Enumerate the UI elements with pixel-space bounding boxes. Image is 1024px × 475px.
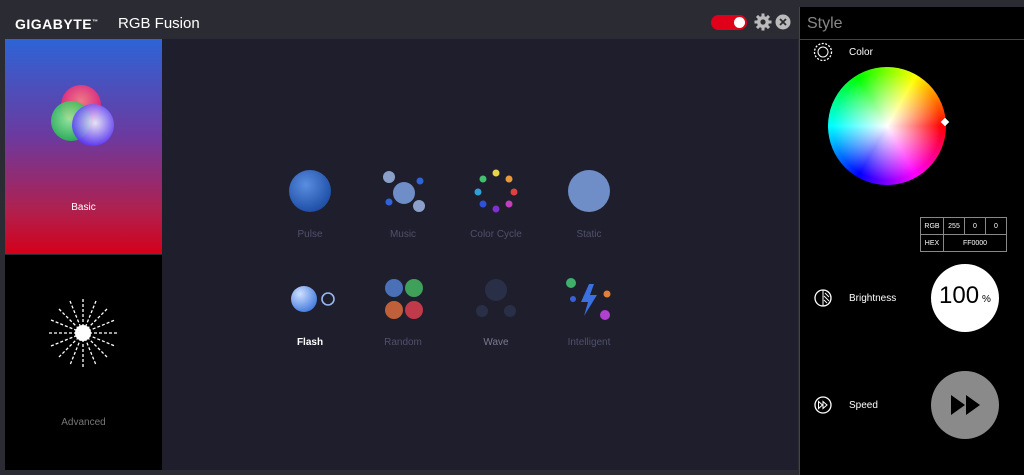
effect-wave[interactable]: Wave <box>456 277 536 377</box>
brightness-dial[interactable]: 100 % <box>931 264 999 332</box>
effect-label: Color Cycle <box>470 229 522 240</box>
app-title: RGB Fusion <box>118 15 200 32</box>
wave-icon <box>476 279 516 317</box>
brightness-icon <box>814 289 832 307</box>
speed-button[interactable] <box>931 371 999 439</box>
title-bar: GIGABYTE™ RGB Fusion <box>5 7 798 39</box>
mode-sidebar: Basic Advanced <box>5 39 162 470</box>
style-panel: Style Color RGB 255 0 0 HEX FF0000 Brigh… <box>799 7 1024 475</box>
sidebar-item-label: Advanced <box>61 417 106 428</box>
effect-pulse[interactable]: Pulse <box>270 169 350 269</box>
effect-label: Random <box>384 337 422 348</box>
red-field[interactable]: 255 <box>943 217 965 235</box>
effect-color-cycle[interactable]: Color Cycle <box>456 169 536 269</box>
intelligent-icon <box>566 278 611 320</box>
color-wheel[interactable] <box>828 67 946 185</box>
flash-icon <box>291 286 335 312</box>
speed-icon <box>814 396 832 414</box>
effect-label: Flash <box>296 337 324 348</box>
color-label: Color <box>849 47 873 58</box>
color-cycle-icon <box>474 169 518 213</box>
effect-label: Music <box>389 229 417 240</box>
pulse-icon <box>289 170 331 212</box>
brightness-unit: % <box>982 294 991 305</box>
effect-flash[interactable]: Flash <box>270 277 350 377</box>
color-ring-icon <box>813 42 833 62</box>
effect-random[interactable]: Random <box>363 277 443 377</box>
effect-label: Intelligent <box>567 337 611 348</box>
sidebar-item-basic[interactable]: Basic <box>5 39 162 254</box>
music-icon <box>383 171 425 212</box>
rgb-label: RGB <box>920 217 944 235</box>
effect-intelligent[interactable]: Intelligent <box>549 277 629 377</box>
gear-icon[interactable] <box>753 12 773 32</box>
color-value-table: RGB 255 0 0 HEX FF0000 <box>920 217 1007 252</box>
effect-label: Static <box>576 229 602 240</box>
power-toggle[interactable] <box>711 15 747 30</box>
hex-field[interactable]: FF0000 <box>943 234 1007 252</box>
sidebar-item-label: Basic <box>71 202 96 213</box>
fast-forward-icon <box>951 395 980 415</box>
random-icon <box>385 279 423 319</box>
divider <box>800 39 1024 40</box>
speed-label: Speed <box>849 400 878 411</box>
effect-label: Wave <box>483 337 509 348</box>
effects-panel: Pulse Music Color Cycle Static Flash Ran… <box>162 39 798 470</box>
brightness-label: Brightness <box>849 293 897 304</box>
rgb-circles-icon <box>51 85 114 146</box>
effect-music[interactable]: Music <box>363 169 443 269</box>
effect-static[interactable]: Static <box>549 169 629 269</box>
green-field[interactable]: 0 <box>964 217 986 235</box>
starburst-icon <box>49 299 117 367</box>
brand-logo: GIGABYTE™ <box>15 16 99 32</box>
close-icon[interactable] <box>775 14 791 30</box>
effect-label: Pulse <box>297 229 323 240</box>
brightness-value: 100 <box>939 282 980 309</box>
blue-field[interactable]: 0 <box>985 217 1007 235</box>
hex-label: HEX <box>920 234 944 252</box>
style-panel-title: Style <box>807 15 843 32</box>
sidebar-item-advanced[interactable]: Advanced <box>5 255 162 470</box>
static-icon <box>568 170 610 212</box>
